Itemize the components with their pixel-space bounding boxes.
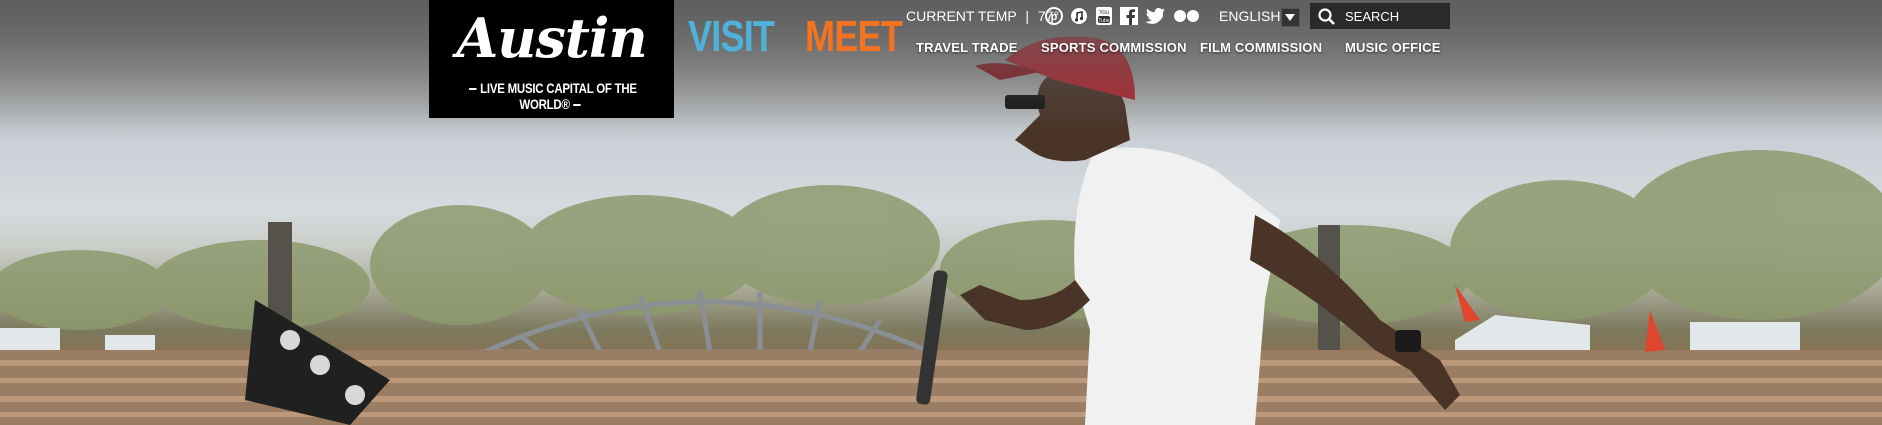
search-input[interactable]: SEARCH [1345, 9, 1399, 24]
svg-text:You: You [1099, 10, 1109, 16]
logo-wordmark: Austin [456, 6, 647, 70]
search-icon [1318, 8, 1335, 30]
hero-image [0, 0, 1882, 425]
subnav-sports-commission[interactable]: SPORTS COMMISSION [1041, 40, 1187, 55]
temp-separator: | [1025, 8, 1029, 24]
current-temp: CURRENT TEMP | 77° [906, 8, 1059, 24]
austin-logo[interactable]: Austin LIVE MUSIC CAPITAL OF THE WORLD® [429, 0, 674, 118]
svg-text:p: p [1051, 11, 1058, 23]
flickr-icon[interactable] [1172, 9, 1202, 28]
nav-meet[interactable]: MEET [805, 12, 903, 62]
language-selector[interactable]: ENGLISH [1219, 8, 1280, 24]
temp-label: CURRENT TEMP [906, 8, 1017, 24]
subnav-film-commission[interactable]: FILM COMMISSION [1200, 40, 1322, 55]
nav-visit[interactable]: VISIT [688, 12, 775, 62]
subnav-music-office[interactable]: MUSIC OFFICE [1345, 40, 1441, 55]
search-box[interactable]: SEARCH [1310, 3, 1450, 29]
logo-tagline: LIVE MUSIC CAPITAL OF THE WORLD® [451, 80, 652, 112]
subnav-travel-trade[interactable]: TRAVEL TRADE [916, 40, 1018, 55]
chevron-down-icon[interactable] [1281, 8, 1300, 27]
music-icon[interactable] [1070, 7, 1088, 30]
pinterest-icon[interactable]: p [1045, 6, 1063, 30]
social-links: p You Tube [1045, 6, 1209, 31]
youtube-icon[interactable]: You Tube [1095, 6, 1113, 31]
twitter-icon[interactable] [1145, 7, 1165, 29]
svg-text:Tube: Tube [1098, 18, 1109, 24]
facebook-icon[interactable] [1120, 6, 1138, 30]
